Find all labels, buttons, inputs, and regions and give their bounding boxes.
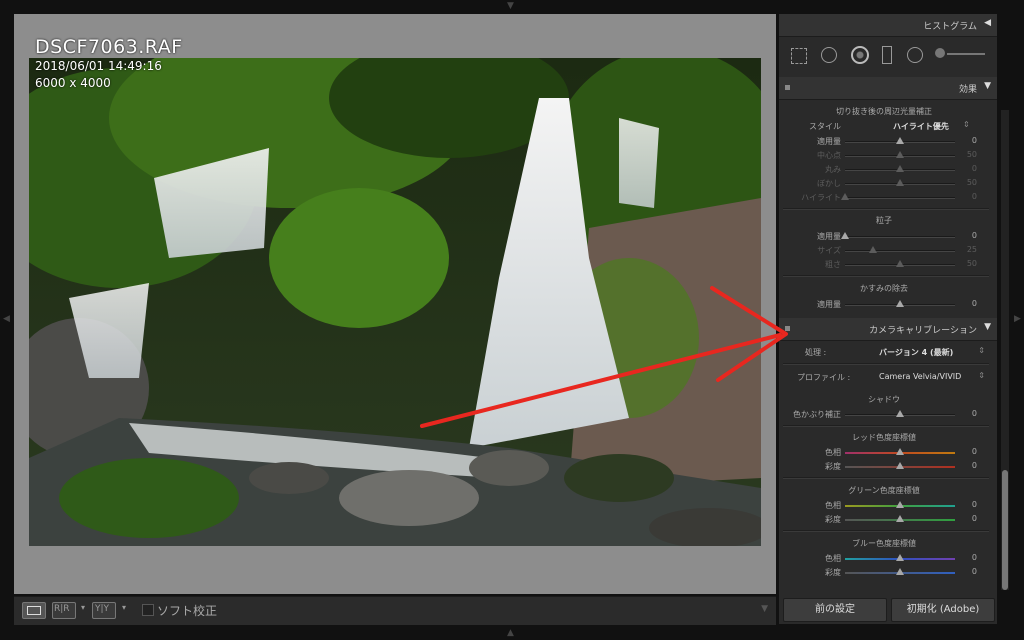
annotation-arrow-icon: [420, 286, 788, 428]
